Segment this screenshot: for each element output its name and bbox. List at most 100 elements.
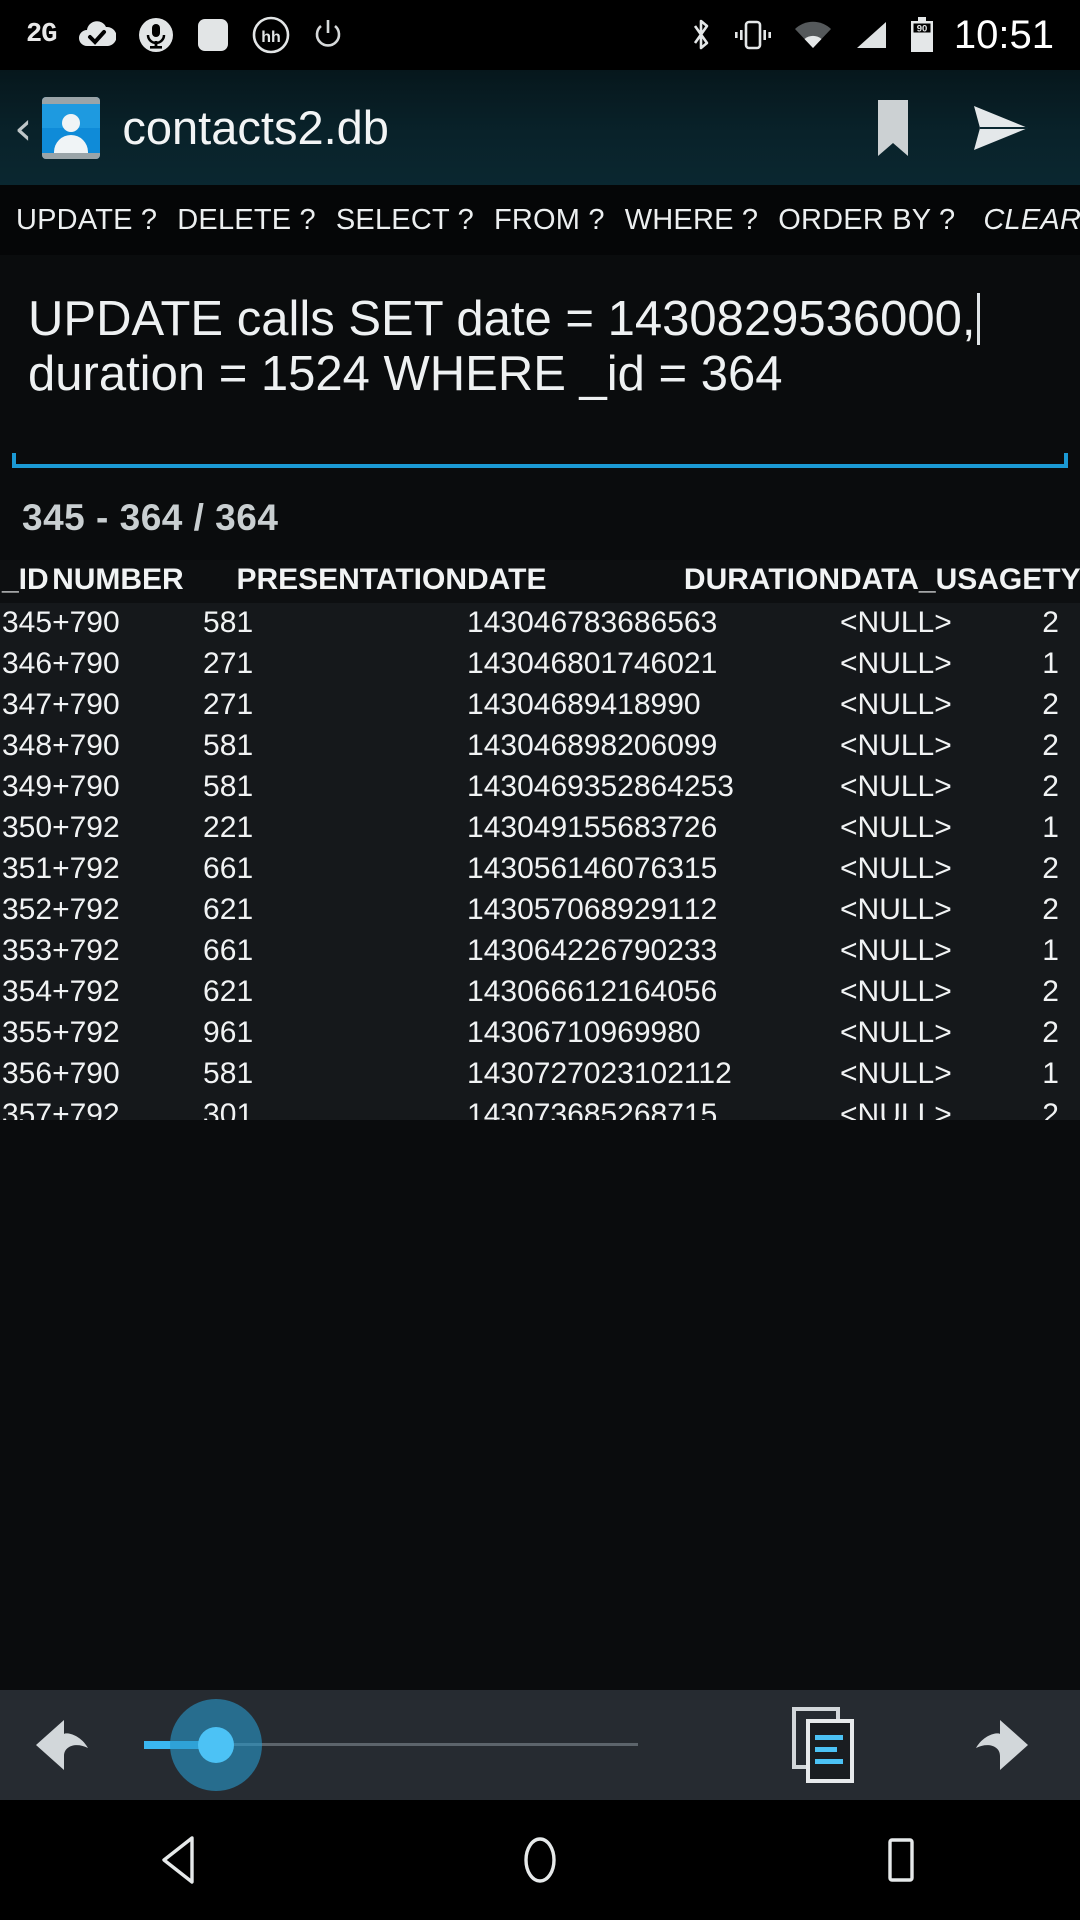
column-header-id[interactable]: _ID bbox=[0, 560, 52, 603]
cell-date: 1430468941899 bbox=[467, 688, 684, 721]
column-header-data-usage[interactable]: DATA_USAGE bbox=[840, 560, 1042, 603]
back-chevron-icon[interactable]: ‹ bbox=[0, 105, 36, 151]
table-row[interactable]: 357+792 301143073685268715<NULL>20com.a bbox=[0, 1095, 1080, 1121]
battery-icon: 90 bbox=[910, 17, 933, 52]
cell-id: 353 bbox=[2, 934, 53, 967]
cell-data-usage: <NULL> bbox=[840, 1098, 952, 1121]
status-bar-clock: 10:51 bbox=[953, 13, 1054, 57]
cell-data-usage: <NULL> bbox=[840, 811, 952, 844]
cell-presentation: 1 bbox=[236, 934, 254, 967]
column-header-duration[interactable]: DURATION bbox=[684, 560, 840, 603]
result-count-label: 345 - 364 / 364 bbox=[22, 497, 279, 538]
sql-query-text[interactable]: UPDATE calls SET date = 1430829536000, du… bbox=[28, 292, 1056, 403]
bookmark-icon[interactable] bbox=[872, 98, 914, 158]
cell-number: +790 27 bbox=[52, 688, 237, 721]
cell-date: 1430570689291 bbox=[467, 893, 684, 926]
cell-presentation: 1 bbox=[236, 647, 254, 680]
nav-recents-button[interactable] bbox=[830, 1800, 970, 1920]
cell-presentation: 1 bbox=[236, 606, 254, 639]
table-row[interactable]: 349+790 5811430469352864253<NULL>20com.a bbox=[0, 767, 1080, 808]
result-table: _ID NUMBER PRESENTATION DATE DURATION DA… bbox=[0, 560, 1080, 1120]
cell-number: +792 30 bbox=[52, 1098, 237, 1121]
table-row[interactable]: 351+792 661143056146076315<NULL>20com.a bbox=[0, 849, 1080, 890]
cell-presentation: 1 bbox=[236, 729, 254, 762]
cell-duration: 253 bbox=[683, 770, 734, 803]
redo-forward-arrow-icon[interactable] bbox=[944, 1710, 1034, 1780]
battery-level-text: 90 bbox=[917, 24, 928, 35]
cell-presentation: 1 bbox=[236, 1057, 254, 1090]
slider-thumb[interactable] bbox=[198, 1727, 234, 1763]
cell-type: 1 bbox=[1042, 811, 1059, 844]
svg-text:hh: hh bbox=[262, 29, 282, 46]
cell-number: +790 58 bbox=[52, 729, 237, 762]
cell-id: 347 bbox=[2, 688, 53, 721]
result-table-container[interactable]: _ID NUMBER PRESENTATION DATE DURATION DA… bbox=[0, 560, 1080, 1120]
table-row[interactable]: 347+790 27114304689418990<NULL>20com.a bbox=[0, 685, 1080, 726]
table-row[interactable]: 356+790 5811430727023102112<NULL>10com.a bbox=[0, 1054, 1080, 1095]
sql-keyword-toolbar: UPDATE ? DELETE ? SELECT ? FROM ? WHERE … bbox=[0, 185, 1080, 255]
keyword-select-button[interactable]: SELECT ? bbox=[326, 198, 484, 243]
cell-number: +790 58 bbox=[52, 770, 237, 803]
keyword-update-button[interactable]: UPDATE ? bbox=[6, 198, 167, 243]
cell-type: 1 bbox=[1042, 934, 1059, 967]
column-header-number[interactable]: NUMBER bbox=[52, 560, 236, 603]
microphone-icon bbox=[139, 18, 174, 52]
cell-duration: 21 bbox=[683, 647, 718, 680]
cell-id: 351 bbox=[2, 852, 53, 885]
column-header-type[interactable]: TYPE bbox=[1042, 560, 1080, 603]
status-bar-right-icons: 90 10:51 bbox=[688, 15, 1080, 55]
cell-data-usage: <NULL> bbox=[840, 729, 952, 762]
table-row[interactable]: 346+790 271143046801746021<NULL>10com.a bbox=[0, 644, 1080, 685]
cell-data-usage: <NULL> bbox=[840, 852, 952, 885]
column-header-presentation[interactable]: PRESENTATION bbox=[236, 560, 467, 603]
column-header-date[interactable]: DATE bbox=[467, 560, 684, 603]
table-row[interactable]: 345+790 581143046783686563<NULL>20com.a bbox=[0, 603, 1080, 644]
cell-presentation: 1 bbox=[236, 688, 254, 721]
table-row[interactable]: 353+792 661143064226790233<NULL>10com.a bbox=[0, 931, 1080, 972]
text-caret bbox=[976, 293, 980, 345]
cell-id: 357 bbox=[2, 1098, 53, 1121]
cell-data-usage: <NULL> bbox=[840, 1016, 952, 1049]
cell-id: 355 bbox=[2, 1016, 53, 1049]
cell-presentation: 1 bbox=[236, 1098, 254, 1121]
cell-date: 1430469352864 bbox=[467, 770, 684, 803]
copy-paste-icon[interactable] bbox=[788, 1705, 858, 1785]
execute-send-icon[interactable] bbox=[970, 100, 1032, 156]
cell-presentation: 1 bbox=[236, 1016, 254, 1049]
cell-data-usage: <NULL> bbox=[840, 647, 952, 680]
bottom-bar-right-actions bbox=[788, 1705, 1080, 1785]
table-row[interactable]: 355+792 96114306710969980<NULL>20com.a bbox=[0, 1013, 1080, 1054]
cell-type: 2 bbox=[1042, 1098, 1059, 1121]
nav-home-button[interactable] bbox=[470, 1800, 610, 1920]
cloud-check-icon bbox=[79, 21, 117, 46]
rounded-square-icon bbox=[198, 19, 229, 51]
sql-query-line-1: UPDATE calls SET date = 1430829536000, bbox=[28, 292, 976, 346]
cell-number: +790 58 bbox=[52, 1057, 237, 1090]
cell-presentation: 1 bbox=[236, 852, 254, 885]
record-position-slider[interactable] bbox=[130, 1699, 650, 1791]
cell-number: +790 27 bbox=[52, 647, 237, 680]
cell-id: 345 bbox=[2, 606, 53, 639]
keyword-where-button[interactable]: WHERE ? bbox=[615, 198, 769, 243]
status-bar: 2G hh 90 10:51 bbox=[0, 0, 1080, 70]
keyword-delete-button[interactable]: DELETE ? bbox=[167, 198, 326, 243]
hh-circle-icon: hh bbox=[253, 16, 290, 54]
keyword-clear-button[interactable]: CLEAR bbox=[965, 198, 1080, 243]
undo-back-arrow-icon[interactable] bbox=[30, 1710, 120, 1780]
keyword-from-button[interactable]: FROM ? bbox=[484, 198, 615, 243]
cell-id: 349 bbox=[2, 770, 53, 803]
table-row[interactable]: 352+792 621143057068929112<NULL>20com.a bbox=[0, 890, 1080, 931]
keyword-order-by-button[interactable]: ORDER BY ? bbox=[768, 198, 965, 243]
cell-presentation: 1 bbox=[236, 975, 254, 1008]
cell-id: 346 bbox=[2, 647, 53, 680]
cell-duration: 33 bbox=[683, 934, 718, 967]
sql-query-editor[interactable]: UPDATE calls SET date = 1430829536000, du… bbox=[0, 258, 1080, 468]
nav-back-button[interactable] bbox=[110, 1800, 250, 1920]
table-row[interactable]: 350+792 221143049155683726<NULL>10com.a bbox=[0, 808, 1080, 849]
table-row[interactable]: 348+790 581143046898206099<NULL>20com.a bbox=[0, 726, 1080, 767]
bottom-control-bar bbox=[0, 1690, 1080, 1800]
app-bar-actions bbox=[872, 98, 1080, 158]
contacts-app-icon bbox=[42, 96, 101, 159]
cell-duration: 15 bbox=[683, 1098, 718, 1121]
table-row[interactable]: 354+792 621143066612164056<NULL>20com.a bbox=[0, 972, 1080, 1013]
